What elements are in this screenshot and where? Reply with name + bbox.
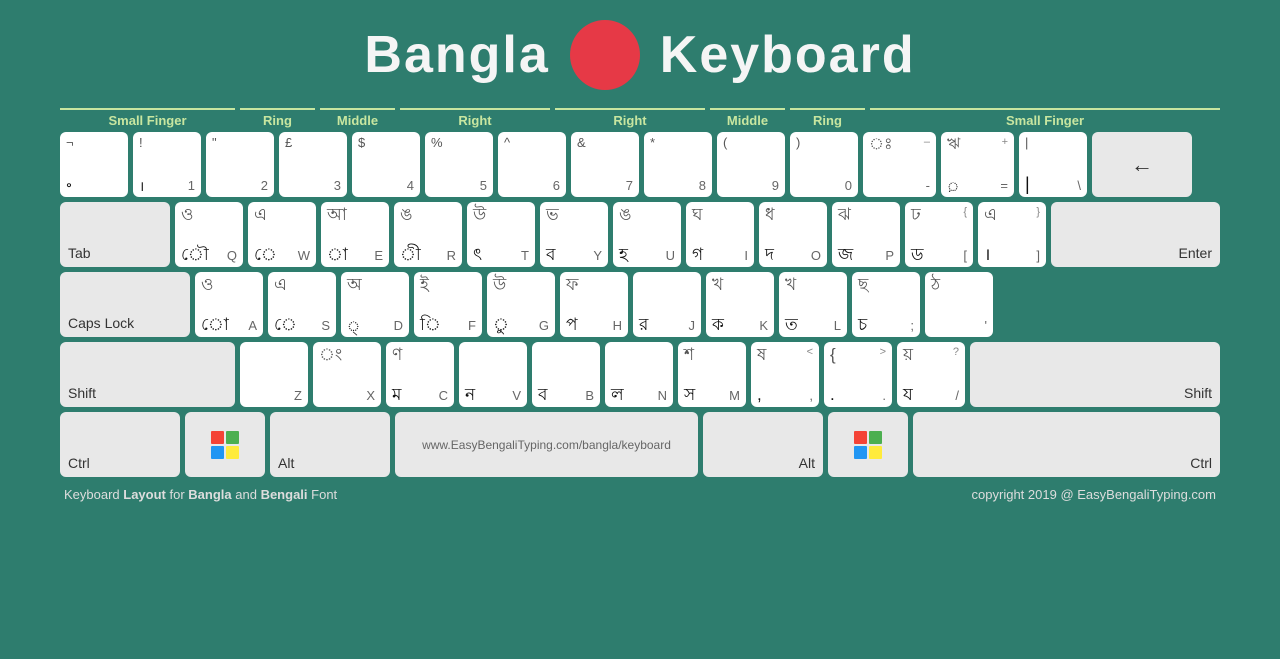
footer-right: copyright 2019 @ EasyBengaliTyping.com [972, 487, 1216, 502]
title-right: Keyboard [660, 25, 916, 85]
key-6[interactable]: ^ 6 [498, 132, 566, 197]
windows-icon-right [854, 431, 882, 459]
asdf-row: Caps Lock ও ো A এ ে S অ ্ D ই ি F উ ু G … [60, 272, 1220, 337]
bottom-row: Ctrl Alt www.EasyBengaliTyping.com/bangl… [60, 412, 1220, 477]
key-8[interactable]: * 8 [644, 132, 712, 197]
finger-small-left: Small Finger [60, 108, 235, 128]
bangladesh-flag [570, 20, 640, 90]
key-e[interactable]: আ া E [321, 202, 389, 267]
key-u[interactable]: ঙ হ U [613, 202, 681, 267]
key-7[interactable]: & 7 [571, 132, 639, 197]
key-9[interactable]: ( 9 [717, 132, 785, 197]
header: Bangla Keyboard [364, 20, 915, 90]
key-caps-lock[interactable]: Caps Lock [60, 272, 190, 337]
key-c[interactable]: ণ ম C [386, 342, 454, 407]
key-2[interactable]: " 2 [206, 132, 274, 197]
key-ctrl-left[interactable]: Ctrl [60, 412, 180, 477]
key-bracket-open[interactable]: ঢ { ড [ [905, 202, 973, 267]
key-period[interactable]: { > . . [824, 342, 892, 407]
ctrl-left-label: Ctrl [68, 455, 90, 471]
key-slash[interactable]: য় ? য / [897, 342, 965, 407]
key-b[interactable]: ব B [532, 342, 600, 407]
number-row: ¬ ॰ ! । 1 " 2 £ 3 $ 4 % 5 ^ [60, 132, 1220, 197]
key-win-left[interactable] [185, 412, 265, 477]
key-r[interactable]: ঙ ী R [394, 202, 462, 267]
key-d[interactable]: অ ্ D [341, 272, 409, 337]
key-space[interactable]: www.EasyBengaliTyping.com/bangla/keyboar… [395, 412, 698, 477]
key-equals[interactable]: ঋ + ় = [941, 132, 1014, 197]
key-g[interactable]: উ ু G [487, 272, 555, 337]
key-s[interactable]: এ ে S [268, 272, 336, 337]
key-ctrl-right[interactable]: Ctrl [913, 412, 1220, 477]
tab-label: Tab [68, 245, 91, 261]
title-left: Bangla [364, 25, 549, 85]
windows-icon-left [211, 431, 239, 459]
key-a[interactable]: ও ো A [195, 272, 263, 337]
key-q[interactable]: ও ৌ Q [175, 202, 243, 267]
zxcv-row: Shift Z ং X ণ ম C ন V ব B [60, 342, 1220, 407]
finger-ring-right: Ring [790, 108, 865, 128]
alt-left-label: Alt [278, 455, 294, 471]
key-win-right[interactable] [828, 412, 908, 477]
qwerty-row: Tab ও ৌ Q এ ে W আ া E ঙ ী R উ ৎ T ভ ব [60, 202, 1220, 267]
key-p[interactable]: ঝ জ P [832, 202, 900, 267]
key-0[interactable]: ) 0 [790, 132, 858, 197]
key-z[interactable]: Z [240, 342, 308, 407]
alt-right-label: Alt [799, 455, 815, 471]
key-alt-left[interactable]: Alt [270, 412, 390, 477]
enter-label: Enter [1179, 245, 1212, 261]
shift-left-label: Shift [68, 385, 96, 401]
key-j[interactable]: র J [633, 272, 701, 337]
finger-right-right: Right [555, 108, 705, 128]
footer-left: Keyboard Layout for Bangla and Bengali F… [64, 487, 337, 502]
key-l[interactable]: খ ত L [779, 272, 847, 337]
key-1[interactable]: ! । 1 [133, 132, 201, 197]
ctrl-right-label: Ctrl [1190, 455, 1212, 471]
key-shift-right[interactable]: Shift [970, 342, 1220, 407]
key-f[interactable]: ই ি F [414, 272, 482, 337]
key-o[interactable]: ধ দ O [759, 202, 827, 267]
key-minus[interactable]: ঃ – - [863, 132, 936, 197]
key-comma[interactable]: ষ < , , [751, 342, 819, 407]
key-v[interactable]: ন V [459, 342, 527, 407]
key-4[interactable]: $ 4 [352, 132, 420, 197]
key-semicolon[interactable]: ছ চ ; [852, 272, 920, 337]
key-3[interactable]: £ 3 [279, 132, 347, 197]
key-quote[interactable]: ঠ ' [925, 272, 993, 337]
shift-right-label: Shift [1184, 385, 1212, 401]
key-5[interactable]: % 5 [425, 132, 493, 197]
finger-middle-left: Middle [320, 108, 395, 128]
finger-small-right: Small Finger [870, 108, 1220, 128]
finger-right-left: Right [400, 108, 550, 128]
key-y[interactable]: ভ ব Y [540, 202, 608, 267]
finger-labels: Small Finger Ring Middle Right Right Mid… [60, 108, 1220, 128]
key-x[interactable]: ং X [313, 342, 381, 407]
key-backtick[interactable]: ¬ ॰ [60, 132, 128, 197]
key-h[interactable]: ফ প H [560, 272, 628, 337]
finger-ring-left: Ring [240, 108, 315, 128]
key-tab[interactable]: Tab [60, 202, 170, 267]
space-url: www.EasyBengaliTyping.com/bangla/keyboar… [422, 438, 671, 452]
key-k[interactable]: খ ক K [706, 272, 774, 337]
key-bracket-close[interactable]: এ } । ] [978, 202, 1046, 267]
key-enter[interactable]: Enter [1051, 202, 1220, 267]
key-w[interactable]: এ ে W [248, 202, 316, 267]
finger-middle-right: Middle [710, 108, 785, 128]
key-n[interactable]: ল N [605, 342, 673, 407]
key-shift-left[interactable]: Shift [60, 342, 235, 407]
keyboard: ¬ ॰ ! । 1 " 2 £ 3 $ 4 % 5 ^ [60, 132, 1220, 477]
key-alt-right[interactable]: Alt [703, 412, 823, 477]
caps-lock-label: Caps Lock [68, 315, 134, 331]
key-backslash[interactable]: | | \ [1019, 132, 1087, 197]
key-t[interactable]: উ ৎ T [467, 202, 535, 267]
key-i[interactable]: ঘ গ I [686, 202, 754, 267]
key-backspace[interactable]: ← [1092, 132, 1192, 197]
footer: Keyboard Layout for Bangla and Bengali F… [60, 487, 1220, 502]
key-m[interactable]: শ স M [678, 342, 746, 407]
